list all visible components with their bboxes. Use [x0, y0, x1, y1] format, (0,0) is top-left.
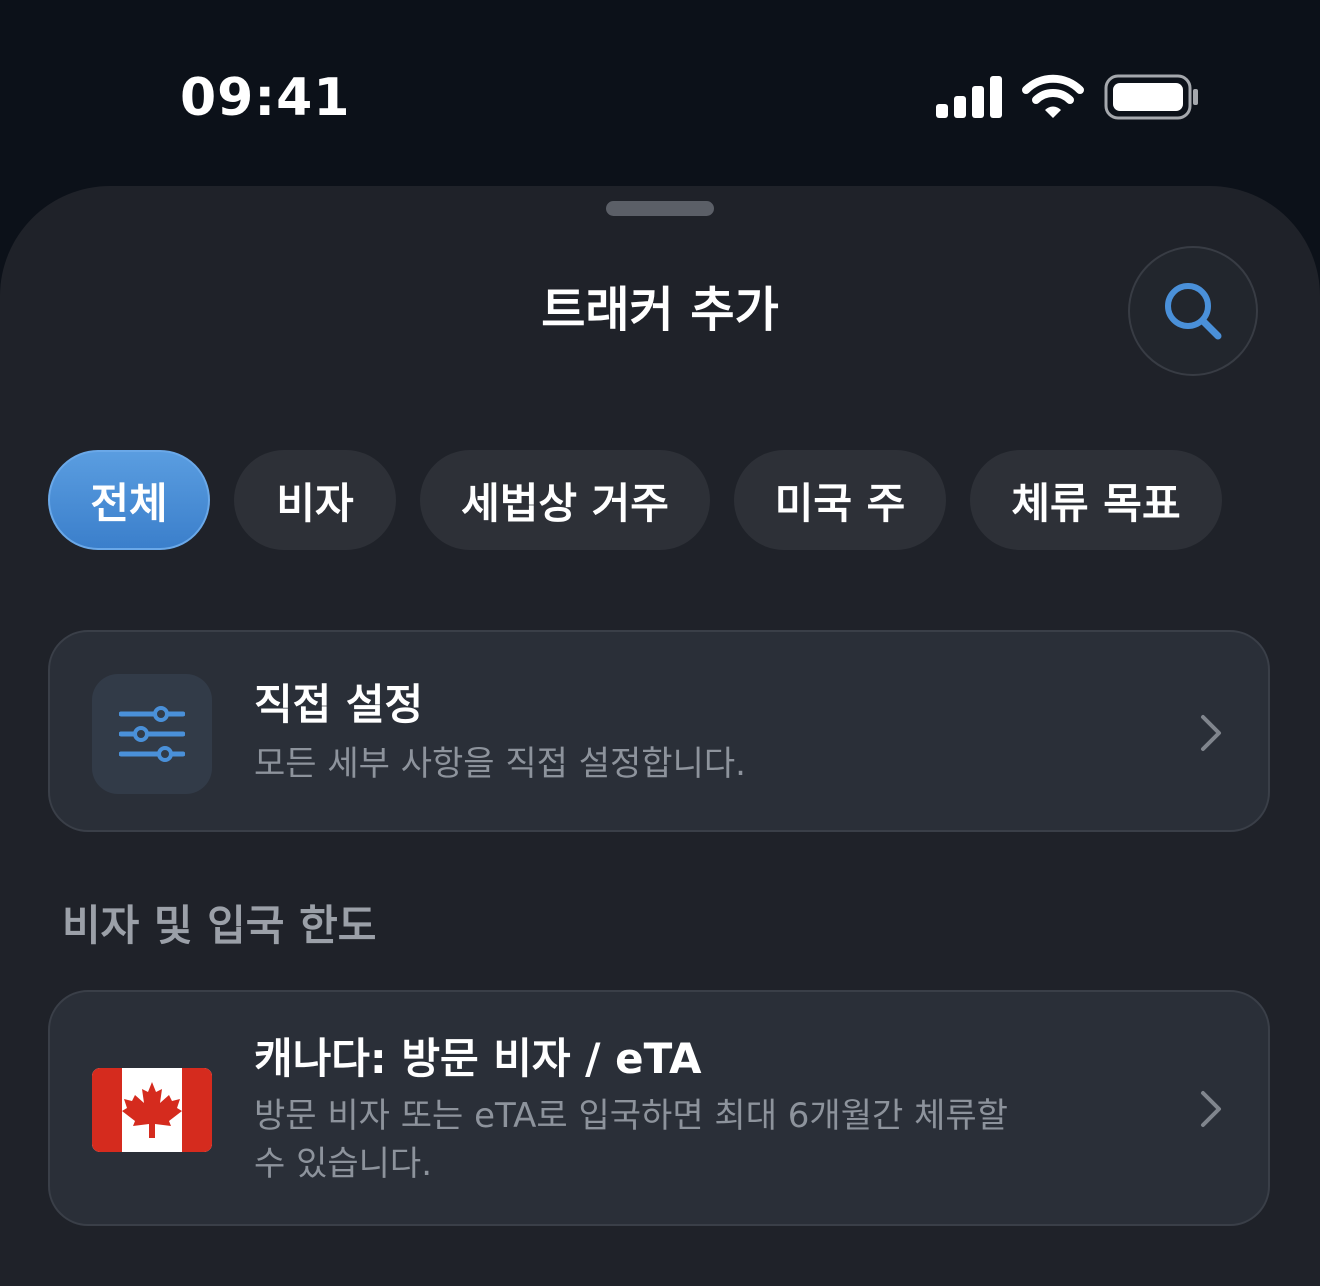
filter-chip-label: 미국 주	[774, 478, 906, 528]
filter-chip-label: 전체	[90, 478, 168, 528]
tracker-card-description-line2: 수 있습니다.	[254, 1144, 433, 1184]
custom-setup-description: 모든 세부 사항을 직접 설정합니다.	[254, 744, 746, 784]
filter-chip-tax-residency[interactable]: 세법상 거주	[420, 450, 710, 550]
sheet-title: 트래커 추가	[541, 282, 779, 338]
filter-chip-us-states[interactable]: 미국 주	[734, 450, 946, 550]
tracker-card-title: 캐나다: 방문 비자 / eTA	[254, 1034, 702, 1083]
filter-chip-label: 체류 목표	[1011, 478, 1181, 528]
filter-chip-label: 세법상 거주	[461, 478, 669, 528]
section-header-visa: 비자 및 입국 한도	[62, 901, 377, 950]
status-time: 09:41	[180, 68, 351, 128]
battery-icon	[1104, 74, 1198, 120]
filter-chip-visa[interactable]: 비자	[234, 450, 396, 550]
sliders-icon	[119, 706, 185, 762]
magnifier-icon	[1165, 283, 1222, 340]
wifi-icon	[1022, 74, 1084, 118]
filter-chip-all[interactable]: 전체	[48, 450, 210, 550]
chevron-right-icon	[1201, 715, 1221, 751]
filter-chip-label: 비자	[276, 478, 354, 528]
custom-setup-title: 직접 설정	[254, 680, 424, 729]
add-tracker-sheet: 트래커 추가 전체 비자 세법상 거주 미국 주 체류 목표 직접 설정 모든 …	[0, 186, 1320, 1286]
custom-setup-icon-box	[92, 674, 212, 794]
canada-flag-icon	[92, 1068, 212, 1152]
filter-chip-stay-goal[interactable]: 체류 목표	[970, 450, 1222, 550]
custom-setup-card[interactable]: 직접 설정 모든 세부 사항을 직접 설정합니다.	[48, 630, 1270, 832]
tracker-card-description-line1: 방문 비자 또는 eTA로 입국하면 최대 6개월간 체류할	[254, 1096, 1008, 1136]
status-bar: 09:41	[0, 0, 1320, 186]
signal-bars-icon	[936, 76, 1002, 118]
sheet-grabber[interactable]	[606, 201, 714, 216]
tracker-card-canada-visa[interactable]: 캐나다: 방문 비자 / eTA 방문 비자 또는 eTA로 입국하면 최대 6…	[48, 990, 1270, 1226]
search-button[interactable]	[1128, 246, 1258, 376]
chevron-right-icon	[1201, 1091, 1221, 1127]
